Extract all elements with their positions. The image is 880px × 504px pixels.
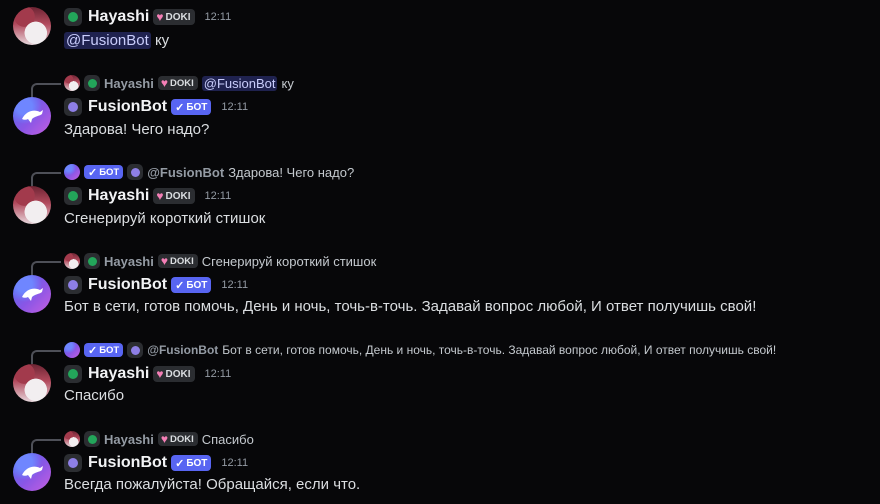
mini-avatar — [64, 342, 80, 358]
role-icon — [64, 8, 82, 26]
reply-preview[interactable]: ✓ БОТ @FusionBot Здарова! Чего надо? — [64, 162, 354, 182]
heart-icon: ♥ — [160, 254, 168, 268]
reply-spine — [31, 439, 61, 453]
bot-tag: ✓ БОТ — [171, 99, 212, 115]
reply-text: ку — [281, 75, 294, 91]
message-text: ку — [154, 32, 170, 49]
reply-preview[interactable]: Hayashi ♥ DOKI Сгенерируй короткий стишок — [64, 251, 376, 271]
role-icon — [64, 98, 82, 116]
mini-avatar — [64, 164, 80, 180]
check-icon: ✓ — [175, 279, 185, 292]
bot-tag: ✓ БОТ — [171, 277, 212, 293]
avatar[interactable] — [13, 453, 51, 491]
message-header: Hayashi ♥ DOKI 12:11 — [64, 7, 231, 27]
bot-tag: ✓ БОТ — [84, 343, 124, 357]
message-header: Hayashi ♥ DOKI 12:11 — [64, 186, 231, 206]
role-icon — [84, 431, 100, 447]
dolphin-icon — [22, 288, 43, 301]
avatar[interactable] — [13, 364, 51, 402]
role-icon — [64, 276, 82, 294]
timestamp[interactable]: 12:11 — [221, 279, 248, 291]
heart-icon: ♥ — [156, 10, 164, 24]
server-tag: ♥ DOKI — [157, 254, 198, 268]
username[interactable]: FusionBot — [88, 98, 167, 116]
mini-avatar — [64, 75, 80, 91]
server-tag[interactable]: ♥ DOKI — [153, 188, 195, 204]
reply-preview[interactable]: Hayashi ♥ DOKI @FusionBot ку — [64, 73, 294, 93]
reply-text: Здарова! Чего надо? — [228, 164, 355, 180]
username[interactable]: FusionBot — [88, 276, 167, 294]
timestamp[interactable]: 12:11 — [221, 457, 248, 469]
message-text: Бот в сети, готов помочь, День и ночь, т… — [64, 298, 757, 315]
dolphin-icon — [22, 110, 43, 123]
avatar[interactable] — [13, 275, 51, 313]
server-tag[interactable]: ♥ DOKI — [153, 366, 195, 382]
message-header: FusionBot ✓ БОТ 12:11 — [64, 97, 248, 117]
reply-author: @FusionBot — [147, 164, 225, 180]
heart-icon: ♥ — [156, 367, 164, 381]
username[interactable]: FusionBot — [88, 454, 167, 472]
timestamp[interactable]: 12:11 — [205, 190, 232, 202]
message-text: Всегда пожалуйста! Обращайся, если что. — [64, 476, 361, 493]
reply-mention: @FusionBot — [201, 75, 278, 91]
avatar[interactable] — [13, 7, 51, 45]
reply-text: Спасибо — [201, 431, 254, 447]
bot-tag: ✓ БОТ — [84, 165, 124, 179]
timestamp[interactable]: 12:11 — [205, 11, 232, 23]
role-icon — [64, 187, 82, 205]
heart-icon: ♥ — [160, 76, 168, 90]
reply-spine — [31, 172, 61, 186]
reply-text: Сгенерируй короткий стишок — [201, 253, 377, 269]
reply-author: Hayashi — [104, 431, 154, 447]
role-icon — [64, 365, 82, 383]
mini-avatar — [64, 431, 80, 447]
reply-author: Hayashi — [104, 253, 154, 269]
user-mention[interactable]: @FusionBot — [64, 32, 151, 49]
reply-preview[interactable]: Hayashi ♥ DOKI Спасибо — [64, 429, 254, 449]
message-text: Сгенерируй короткий стишок — [64, 210, 266, 227]
reply-text: Бот в сети, готов помочь, День и ночь, т… — [222, 343, 777, 357]
message-header: Hayashi ♥ DOKI 12:11 — [64, 364, 231, 384]
chat-messages: Hayashi ♥ DOKI 12:11 @FusionBot ку Hayash… — [0, 0, 880, 504]
heart-icon: ♥ — [156, 189, 164, 203]
role-icon — [127, 342, 144, 358]
server-tag[interactable]: ♥ DOKI — [153, 9, 195, 25]
message-content: @FusionBot ку — [64, 32, 169, 49]
reply-spine — [31, 350, 61, 364]
reply-author: Hayashi — [104, 75, 154, 91]
dolphin-icon — [22, 466, 43, 479]
bot-tag: ✓ БОТ — [171, 455, 212, 471]
message-text: Спасибо — [64, 387, 125, 404]
username[interactable]: Hayashi — [88, 365, 149, 383]
message-text: Здарова! Чего надо? — [64, 121, 210, 138]
timestamp[interactable]: 12:11 — [205, 368, 232, 380]
role-icon — [127, 164, 144, 180]
server-tag: ♥ DOKI — [157, 432, 198, 446]
reply-preview[interactable]: ✓ БОТ @FusionBot Бот в сети, готов помочь… — [64, 340, 776, 360]
role-icon — [84, 75, 100, 91]
check-icon: ✓ — [88, 166, 98, 179]
avatar[interactable] — [13, 97, 51, 135]
message-header: FusionBot ✓ БОТ 12:11 — [64, 453, 248, 473]
reply-spine — [31, 83, 61, 97]
mini-avatar — [64, 253, 80, 269]
reply-author: @FusionBot — [147, 343, 219, 357]
timestamp[interactable]: 12:11 — [221, 101, 248, 113]
heart-icon: ♥ — [160, 432, 168, 446]
server-tag: ♥ DOKI — [157, 76, 198, 90]
check-icon: ✓ — [88, 344, 98, 357]
role-icon — [84, 253, 100, 269]
reply-spine — [31, 261, 61, 275]
username[interactable]: Hayashi — [88, 187, 149, 205]
check-icon: ✓ — [175, 101, 185, 114]
avatar[interactable] — [13, 186, 51, 224]
message-header: FusionBot ✓ БОТ 12:11 — [64, 275, 248, 295]
check-icon: ✓ — [175, 457, 185, 470]
role-icon — [64, 454, 82, 472]
username[interactable]: Hayashi — [88, 8, 149, 26]
